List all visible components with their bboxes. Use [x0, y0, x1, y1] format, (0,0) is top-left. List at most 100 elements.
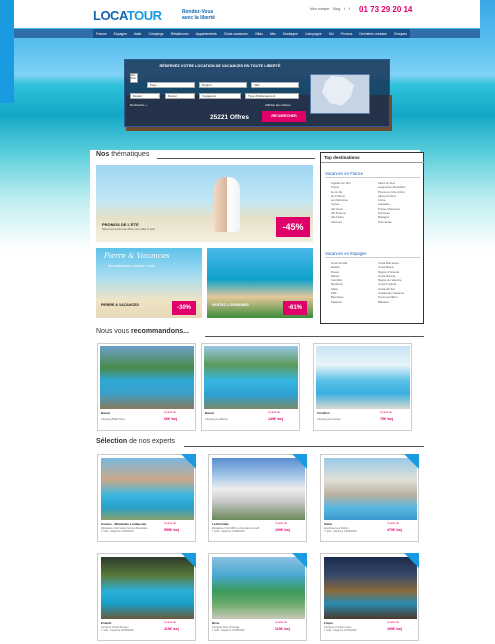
recommend-from: À partir de: [164, 411, 176, 414]
expert-from: À partir de: [387, 522, 399, 525]
hotel-image: [212, 458, 305, 520]
nav-item-montagne[interactable]: Montagne: [283, 32, 298, 36]
nav-item-clubs[interactable]: Clubs vacances: [224, 32, 248, 36]
list-item[interactable]: Valmorel: [331, 220, 351, 224]
depart-date[interactable]: Départ: [130, 93, 160, 99]
facebook-icon[interactable]: f: [344, 7, 345, 11]
camping-pool-image: [100, 346, 194, 409]
destination-toggle[interactable]: Nos Dest.: [130, 73, 138, 83]
nav-item-promos[interactable]: Promos: [341, 32, 353, 36]
expert-sub: Camping Castell Montgrí 7 nuits - départ …: [101, 626, 134, 633]
expert-from: À partir de: [275, 621, 287, 624]
city-select[interactable]: Ville: [251, 82, 299, 88]
camping-pool-image: [204, 346, 298, 409]
show-criteria-link[interactable]: Afficher les critères: [265, 103, 290, 107]
phone-number[interactable]: 01 73 29 20 14: [359, 5, 412, 14]
main-nav: France Espagne Italie Campings Résidence…: [93, 29, 410, 38]
expert-from: À partir de: [164, 522, 176, 525]
retour-date[interactable]: Retour: [165, 93, 195, 99]
nav-item-ski[interactable]: Ski: [329, 32, 334, 36]
nav-item-campings[interactable]: Campings: [148, 32, 163, 36]
expert-name: Cannes - Mandelieu La Napoule: [101, 522, 147, 526]
expert-price: 119€ /sej: [164, 627, 179, 631]
nav-item-groupes[interactable]: Groupes: [394, 32, 407, 36]
recommend-from: À partir de: [268, 411, 280, 414]
experts-divider: [184, 446, 424, 447]
nav-item-residences[interactable]: Résidences: [171, 32, 189, 36]
region-select[interactable]: Région: [199, 82, 247, 88]
nav-item-espagne[interactable]: Espagne: [114, 32, 127, 36]
twitter-icon[interactable]: t: [349, 7, 350, 11]
nav-item-campagne[interactable]: Campagne: [305, 32, 322, 36]
expert-card[interactable]: Blois Camping Sous Ombrage 7 nuits - dépa…: [208, 553, 307, 641]
experts-heading: Sélection de nos experts: [96, 438, 175, 445]
expert-price: 479€ /sej: [387, 528, 402, 532]
spain-section-title[interactable]: Vacances en Espagne: [325, 251, 420, 258]
blue-overlay: [0, 0, 14, 103]
nav-extension-right: [410, 29, 480, 38]
recommend-sub: Camping Les Dunes: [317, 418, 341, 421]
expert-card[interactable]: Estartit Camping Castell Montgrí 7 nuits …: [97, 553, 196, 641]
expert-name: Salou: [324, 522, 333, 526]
recommend-card[interactable]: Tornillon Camping Les Dunes À partir de …: [313, 343, 412, 431]
spain-list-col2: Costa Barcelona Costa Brava Région d'Almer…: [378, 261, 404, 304]
expert-price: 119€ /sej: [275, 627, 290, 631]
voyageurs-select[interactable]: Voyageurs: [199, 93, 241, 99]
themes-divider: [157, 158, 315, 159]
list-item[interactable]: Languedoc Roussillon: [378, 185, 406, 189]
nav-item-last-minute[interactable]: Dernières minutes: [359, 32, 387, 36]
recommend-price: 79€ /sej: [380, 417, 393, 421]
offers-count: 25221 Offres: [210, 114, 250, 121]
recommend-card[interactable]: Biarac Camping Bella Torra À partir de 6…: [97, 343, 196, 431]
expert-sub: Résidence Club Vestel Cannes Mandelieu 7 …: [101, 527, 148, 534]
expert-card[interactable]: Salou Aparthotel Les Palmer 7 nuits - dép…: [320, 454, 419, 542]
promo-discount-badge: -45%: [276, 217, 310, 237]
expert-price: 199€ /sej: [275, 528, 290, 532]
list-item[interactable]: Palamos: [331, 300, 347, 304]
recommend-name: Tornillon: [317, 411, 330, 415]
expert-name: Fréjus: [324, 621, 334, 625]
country-select[interactable]: Pays: [147, 82, 195, 88]
advanced-search-link[interactable]: Recherche +: [130, 103, 147, 107]
expert-name: La Rochelle: [212, 522, 229, 526]
p2-title: PARTEZ 2 SEMAINES: [212, 303, 249, 307]
type-select[interactable]: Type d'hébergement: [245, 93, 299, 99]
header-links: Mon compte Blog f t: [310, 7, 350, 11]
list-item[interactable]: Normandie: [378, 220, 406, 224]
top-destinations-title: Top destinations: [321, 153, 425, 163]
nav-item-france[interactable]: France: [96, 32, 107, 36]
two-weeks-banner[interactable]: PARTEZ 2 SEMAINES -61%: [207, 248, 313, 318]
blog-link[interactable]: Blog: [333, 7, 340, 11]
site-tagline: Rendez-Vous avec la liberté: [182, 9, 216, 21]
nav-item-italie[interactable]: Italie: [134, 32, 141, 36]
nav-item-villas[interactable]: Villas: [255, 32, 263, 36]
expert-card[interactable]: La Rochelle Résidence Club MMV Le Domain…: [208, 454, 307, 542]
spain-list-col1: Lloret de Mar Estartit Rosas Blanes Cambrils…: [331, 261, 347, 304]
themes-heading: Nos thématiques: [96, 151, 150, 158]
france-list-col1: Argelès sur Mer Fréjus Ile de Ré Ile d'Olér…: [331, 181, 351, 224]
france-section-title[interactable]: Vacances en France: [325, 171, 420, 178]
nav-item-mer[interactable]: Mer: [270, 32, 276, 36]
hotel-image: [212, 557, 305, 619]
expert-from: À partir de: [275, 522, 287, 525]
list-item[interactable]: Baléares: [378, 300, 404, 304]
recommend-price: 149€ /sej: [268, 417, 283, 421]
expert-card[interactable]: Cannes - Mandelieu La Napoule Résidence …: [97, 454, 196, 542]
site-logo[interactable]: LOCATOUR: [93, 8, 162, 23]
expert-card[interactable]: Fréjus Camping La Pierre Verte 7 nuits - …: [320, 553, 419, 641]
promo-title: PROMOS DE L'ÉTÉ: [102, 222, 139, 227]
nav-item-appartements[interactable]: Appartements: [196, 32, 217, 36]
pv-logo: Pierre & Vacances: [104, 252, 170, 260]
recommend-card[interactable]: Biarac Camping La Marina À partir de 149…: [201, 343, 300, 431]
expert-sub: Aparthotel Les Palmer 7 nuits - départ le…: [324, 527, 357, 534]
expert-price: 559€ /sej: [164, 528, 179, 532]
search-button[interactable]: RECHERCHER: [262, 111, 306, 122]
account-link[interactable]: Mon compte: [310, 7, 329, 11]
recommend-heading: Nous vous recommandons...: [96, 328, 189, 335]
expert-price: 199€ /sej: [387, 627, 402, 631]
expert-sub: Camping Sous Ombrage 7 nuits - départ le …: [212, 626, 245, 633]
pierre-vacances-banner[interactable]: Pierre & Vacances les vacances comme vou…: [96, 248, 202, 318]
top-destinations-panel: Top destinations Vacances en France Arge…: [320, 152, 425, 324]
expert-sub: Camping La Pierre Verte 7 nuits - départ …: [324, 626, 357, 633]
summer-promo-banner[interactable]: PROMOS DE L'ÉTÉ Retrouvez toutes nos off…: [96, 165, 313, 242]
